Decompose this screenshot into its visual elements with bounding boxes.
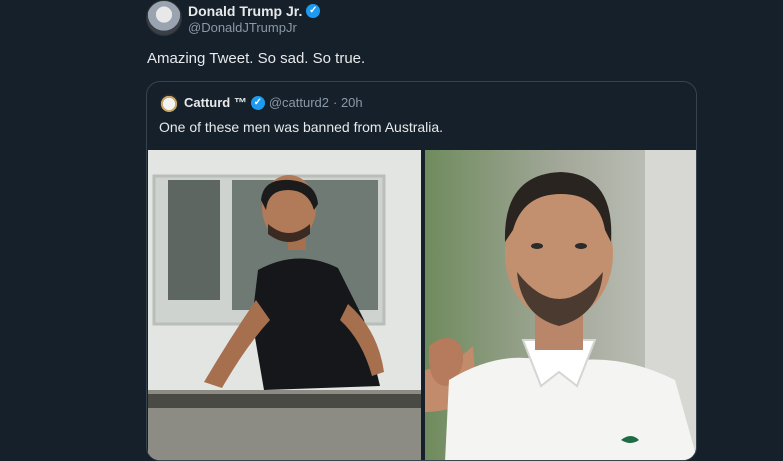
photo-tennis-player-image: [425, 150, 696, 460]
quoted-author-name[interactable]: Catturd ™: [184, 95, 247, 110]
photo-tennis-player[interactable]: [425, 150, 696, 460]
quoted-author-avatar[interactable]: [160, 94, 178, 112]
author-name[interactable]: Donald Trump Jr.: [188, 3, 302, 19]
quoted-author-handle[interactable]: @catturd2: [269, 95, 329, 110]
quoted-tweet-text: One of these men was banned from Austral…: [159, 119, 444, 135]
tweet-text: Amazing Tweet. So sad. So true.: [147, 50, 366, 67]
photo-man-on-rooftop-image: [148, 150, 421, 460]
author-avatar[interactable]: [146, 0, 182, 36]
author-name-row[interactable]: Donald Trump Jr. ✓: [188, 3, 321, 19]
verified-badge-icon: ✓: [250, 95, 265, 110]
quoted-tweet-card[interactable]: Catturd ™ ✓ @catturd2 · 20h One of these…: [146, 81, 697, 461]
quoted-tweet-time[interactable]: · 20h: [333, 95, 363, 110]
author-handle[interactable]: @DonaldJTrumpJr: [188, 20, 297, 35]
photo-man-on-rooftop[interactable]: [148, 150, 421, 460]
verified-badge-icon: ✓: [306, 4, 321, 18]
quoted-tweet-header: Catturd ™ ✓ @catturd2 · 20h: [184, 95, 363, 110]
